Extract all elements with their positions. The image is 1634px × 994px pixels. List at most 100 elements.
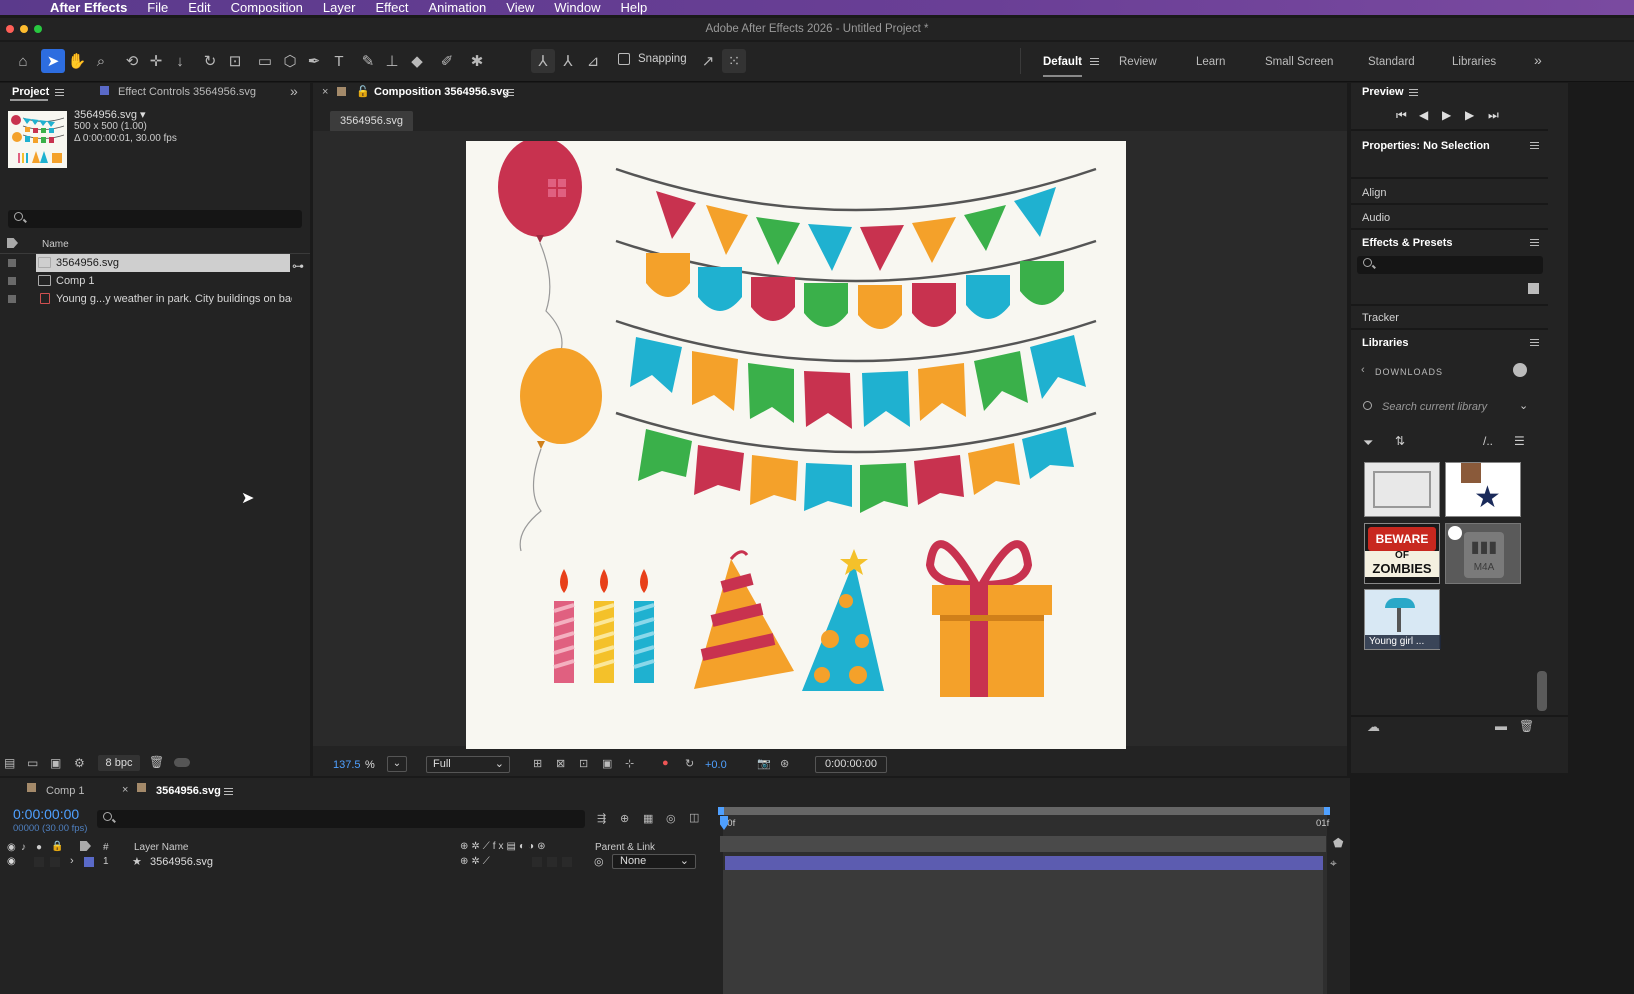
- chevron-down-icon[interactable]: ⌄: [1519, 399, 1528, 412]
- preview-panel-title[interactable]: Preview: [1362, 86, 1404, 98]
- composition-mini-flowchart-icon[interactable]: ⇶: [597, 812, 606, 825]
- region-of-interest-icon[interactable]: ▣: [602, 757, 612, 770]
- libraries-panel-title[interactable]: Libraries: [1362, 337, 1408, 349]
- switches-header-icons[interactable]: ⊕✲⟋fx▤◐◑⊛: [460, 841, 548, 852]
- close-tab-icon[interactable]: ×: [122, 784, 128, 796]
- selected-item-name[interactable]: 3564956.svg ▾: [74, 108, 146, 121]
- timeline-menu-icon[interactable]: [224, 788, 233, 795]
- label-tag-icon[interactable]: [80, 841, 91, 851]
- preview-menu-icon[interactable]: [1409, 89, 1418, 96]
- workspace-standard[interactable]: Standard: [1368, 56, 1415, 68]
- libraries-scrollbar[interactable]: [1537, 671, 1547, 711]
- properties-menu-icon[interactable]: [1530, 142, 1539, 149]
- project-settings-icon[interactable]: ⚙: [74, 756, 85, 770]
- menu-edit[interactable]: Edit: [178, 0, 220, 15]
- zoom-window-icon[interactable]: [34, 25, 42, 33]
- workspace-learn[interactable]: Learn: [1196, 56, 1225, 68]
- mask-visibility-icon[interactable]: ⊡: [579, 757, 588, 770]
- lock-icon[interactable]: 🔒: [51, 841, 63, 852]
- hide-shy-layers-icon[interactable]: ▦: [643, 812, 653, 825]
- work-area-start-handle[interactable]: [718, 807, 724, 815]
- label-tag-icon[interactable]: [7, 238, 18, 248]
- switch-box[interactable]: [562, 857, 572, 867]
- timeline-search-input[interactable]: [97, 810, 585, 828]
- eye-icon[interactable]: ◉: [7, 856, 16, 867]
- comp-marker-icon[interactable]: ⬟: [1333, 836, 1343, 850]
- panel-overflow-icon[interactable]: »: [290, 83, 298, 99]
- motion-blur-icon[interactable]: ◫: [689, 811, 699, 824]
- orbit-tool-icon[interactable]: ⟲: [120, 49, 144, 73]
- channel-icon[interactable]: ●: [662, 757, 669, 769]
- next-frame-icon[interactable]: ▶: [1465, 108, 1474, 122]
- project-search-input[interactable]: [8, 210, 302, 228]
- library-thumb-photo[interactable]: Young girl ...: [1364, 589, 1441, 650]
- axis-view-icon[interactable]: ⊿: [581, 49, 605, 73]
- folder-icon[interactable]: ▬: [1495, 719, 1507, 733]
- close-tab-icon[interactable]: ×: [322, 86, 328, 98]
- library-breadcrumb[interactable]: DOWNLOADS: [1375, 367, 1443, 377]
- new-preset-icon[interactable]: [1528, 283, 1539, 294]
- library-search-input[interactable]: Search current library: [1382, 401, 1487, 413]
- timeline-track-area[interactable]: [723, 870, 1323, 994]
- project-item-row[interactable]: Comp 1: [0, 272, 310, 290]
- library-thumb-audio[interactable]: ▮▮▮ M4A: [1445, 523, 1521, 584]
- composition-menu-icon[interactable]: [505, 89, 514, 96]
- expand-chevron-icon[interactable]: ›: [70, 855, 74, 867]
- new-composition-icon[interactable]: ▣: [50, 756, 61, 770]
- composition-canvas[interactable]: [466, 141, 1126, 749]
- menu-animation[interactable]: Animation: [418, 0, 496, 15]
- previous-frame-icon[interactable]: ◀: [1419, 108, 1428, 122]
- hand-tool-icon[interactable]: ✋: [65, 49, 89, 73]
- menu-file[interactable]: File: [137, 0, 178, 15]
- pan-tool-icon[interactable]: ✛: [144, 49, 168, 73]
- switch-box[interactable]: [532, 857, 542, 867]
- lock-box[interactable]: [50, 857, 60, 867]
- composition-viewer[interactable]: [313, 131, 1347, 749]
- toggle-icon[interactable]: [174, 758, 190, 767]
- pen-tool-icon[interactable]: ✒: [302, 49, 326, 73]
- timeline-timecode[interactable]: 0:00:00:00: [13, 806, 79, 822]
- tracker-panel-title[interactable]: Tracker: [1362, 312, 1399, 324]
- shape-3d-tool-icon[interactable]: ⬡: [278, 49, 302, 73]
- new-folder-icon[interactable]: ▭: [27, 756, 38, 770]
- library-thumb-sign[interactable]: BEWARE OF ZOMBIES: [1364, 523, 1440, 584]
- delete-icon[interactable]: 🗑: [149, 755, 164, 769]
- menu-effect[interactable]: Effect: [365, 0, 418, 15]
- menu-layer[interactable]: Layer: [313, 0, 366, 15]
- parent-select[interactable]: None ⌄: [612, 854, 696, 869]
- tab-active-comp[interactable]: 3564956.svg: [156, 785, 221, 797]
- project-item-row[interactable]: Young g...y weather in park. City buildi…: [0, 290, 310, 308]
- workspace-overflow-icon[interactable]: »: [1534, 52, 1542, 68]
- user-add-icon[interactable]: [1513, 363, 1527, 377]
- fast-previews-icon[interactable]: ⊞: [533, 757, 542, 770]
- align-panel-title[interactable]: Align: [1362, 187, 1386, 199]
- show-snapshot-icon[interactable]: ⊛: [780, 757, 789, 770]
- selection-tool-icon[interactable]: ➤: [41, 49, 65, 73]
- zoom-value[interactable]: 137.5: [333, 759, 361, 771]
- bit-depth-button[interactable]: 8 bpc: [98, 755, 140, 771]
- roto-brush-tool-icon[interactable]: ✐: [435, 49, 459, 73]
- work-area-bar[interactable]: [719, 807, 1328, 815]
- effects-menu-icon[interactable]: [1530, 239, 1539, 246]
- properties-panel-title[interactable]: Properties: No Selection: [1362, 140, 1490, 152]
- current-time-display[interactable]: 0:00:00:00: [815, 756, 887, 773]
- close-window-icon[interactable]: [6, 25, 14, 33]
- audio-panel-title[interactable]: Audio: [1362, 212, 1390, 224]
- column-header-parent[interactable]: Parent & Link: [595, 842, 655, 853]
- minimize-window-icon[interactable]: [20, 25, 28, 33]
- workspace-menu-icon[interactable]: [1090, 58, 1099, 65]
- snapshot-icon[interactable]: 📷: [757, 757, 771, 770]
- layer-duration-bar[interactable]: [725, 856, 1323, 870]
- axis-world-icon[interactable]: ⅄: [556, 49, 580, 73]
- layer-switches-icons[interactable]: ⊕✲⟋: [460, 856, 493, 867]
- menu-window[interactable]: Window: [544, 0, 610, 15]
- menu-view[interactable]: View: [496, 0, 544, 15]
- puppet-tool-icon[interactable]: ✱: [465, 49, 489, 73]
- workspace-review[interactable]: Review: [1119, 56, 1157, 68]
- delete-icon[interactable]: 🗑: [1519, 719, 1534, 733]
- video-visibility-icon[interactable]: ◉: [7, 842, 16, 853]
- audio-icon[interactable]: ♪: [21, 842, 26, 853]
- label-color-swatch[interactable]: [8, 277, 16, 285]
- clone-stamp-tool-icon[interactable]: ⊥: [380, 49, 404, 73]
- solo-box[interactable]: [34, 857, 44, 867]
